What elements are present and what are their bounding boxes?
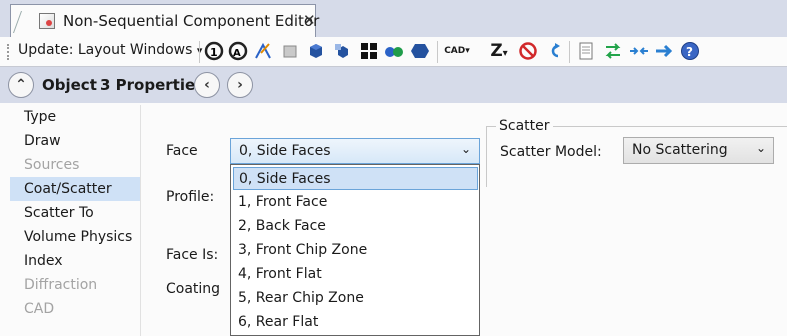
nav-item-coat-scatter[interactable]: Coat/Scatter [10,177,140,201]
separator [569,41,570,63]
tab-title: Non-Sequential Component Editor [63,12,320,30]
face-options-list: 0, Side Faces 1, Front Face 2, Back Face… [230,164,480,336]
chevron-up-icon: ⌃ [15,77,27,93]
help-icon[interactable]: ? [680,41,700,61]
shaded-model-icon[interactable] [280,41,300,61]
svg-text:A: A [233,48,241,59]
nav-item-draw[interactable]: Draw [10,129,140,153]
face-dropdown[interactable]: 0, Side Faces ⌄ [230,138,480,164]
toolbar-grip [7,44,12,60]
document-icon[interactable] [576,41,596,61]
face-label: Face [166,143,198,159]
reload-cad-icon[interactable]: 1 [204,41,224,61]
z-label: Z [490,41,503,61]
update-label: Update: Layout Windows [18,42,193,58]
scatter-model-label: Scatter Model: [500,144,602,160]
object-label: Object [42,76,97,94]
cad-label: CAD [444,46,466,56]
chevron-left-icon: ‹ [204,77,210,93]
chevron-down-icon: ▾ [465,46,470,56]
update-layout-windows-button[interactable]: Update: Layout Windows ▾ [18,42,202,58]
svg-text:?: ? [686,45,693,59]
properties-panel: Type Draw Sources Coat/Scatter Scatter T… [0,103,787,336]
grid-icon[interactable] [359,41,379,61]
nav-item-scatter-to[interactable]: Scatter To [10,201,140,225]
scatter-model-value: No Scattering [632,142,728,158]
swap-arrows-icon[interactable] [603,41,623,61]
chevron-down-icon: ▾ [502,48,508,59]
face-option[interactable]: 6, Rear Flat [233,311,478,334]
ray-trace-icon[interactable] [253,41,273,61]
face-option[interactable]: 2, Back Face [233,215,478,238]
coating-label: Coating [166,281,221,297]
cube-icon[interactable] [306,41,326,61]
spheres-icon[interactable] [384,41,404,61]
z-button[interactable]: Z▾ [482,41,516,61]
nav-item-cad: CAD [24,301,55,317]
svg-text:1: 1 [210,46,218,59]
face-option[interactable]: 1, Front Face [233,191,478,214]
tab-strip: Non-Sequential Component Editor ✕ [0,0,787,37]
chevron-right-icon: › [237,77,243,93]
nav-item-diffraction: Diffraction [24,277,98,293]
scatter-group-title: Scatter [496,118,553,134]
nav-item-volume-physics[interactable]: Volume Physics [10,225,140,249]
face-is-label: Face Is: [166,247,219,263]
face-value: 0, Side Faces [239,143,331,159]
arrow-right-icon[interactable] [654,41,674,61]
face-option[interactable]: 3, Front Chip Zone [233,239,478,262]
previous-object-button[interactable]: ‹ [194,72,220,98]
object-group-icon[interactable] [332,41,352,61]
nav-item-index[interactable]: Index [10,249,140,273]
separator [437,41,438,63]
face-option[interactable]: 0, Side Faces [233,167,478,190]
category-nav: Type Draw Sources Coat/Scatter Scatter T… [10,105,141,336]
tab-grip [12,11,37,33]
no-entry-icon[interactable] [518,41,538,61]
scatter-model-dropdown[interactable]: No Scattering ⌄ [623,137,774,164]
editor-tab[interactable]: Non-Sequential Component Editor ✕ [10,4,320,37]
reload-all-cad-icon[interactable]: A [228,41,248,61]
separator [199,41,200,63]
hexagon-icon[interactable] [410,41,430,61]
close-icon[interactable]: ✕ [303,11,316,29]
converge-arrows-icon[interactable] [629,41,649,61]
editor-icon [39,13,55,29]
cad-button[interactable]: CAD▾ [442,41,472,61]
object-bar: ⌃ Object 3 Properties ‹ › [0,67,787,103]
face-option[interactable]: 5, Rear Chip Zone [233,287,478,310]
next-object-button[interactable]: › [227,72,253,98]
profile-label: Profile: [166,189,215,205]
undo-icon[interactable] [544,41,564,61]
toolbar: Update: Layout Windows ▾ 1 A CAD▾ Z▾ [0,37,787,67]
properties-count: 3 Properties [100,76,205,94]
chevron-down-icon: ⌄ [755,141,766,155]
nav-item-sources: Sources [24,157,80,173]
collapse-button[interactable]: ⌃ [8,72,34,98]
nav-item-type[interactable]: Type [10,105,140,129]
chevron-down-icon: ⌄ [460,142,471,156]
face-option[interactable]: 4, Front Flat [233,263,478,286]
